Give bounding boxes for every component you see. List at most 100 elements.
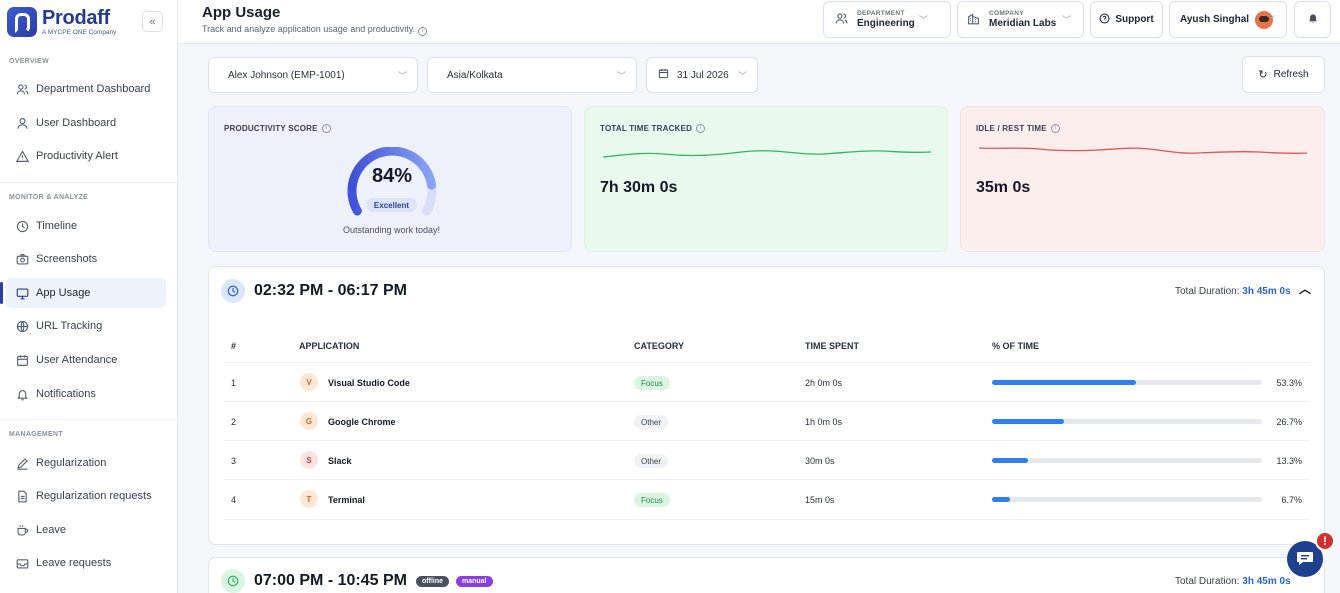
clock-icon — [15, 219, 29, 233]
app-avatar: S — [300, 451, 318, 469]
department-label: DEPARTMENT — [857, 10, 905, 17]
percent-bar-fill — [992, 497, 1011, 502]
employee-select[interactable]: Alex Johnson (EMP-1001) ﹀ — [208, 57, 418, 93]
info-icon[interactable]: i — [418, 27, 428, 36]
users-icon — [835, 12, 848, 28]
user-name: Ayush Singhal — [1180, 14, 1250, 25]
divider — [224, 519, 1310, 520]
notifications-button[interactable] — [1294, 1, 1331, 38]
page-subtitle: Track and analyze application usage and … — [202, 24, 428, 36]
section-management: MANAGEMENT — [9, 431, 63, 438]
sidebar-item-label: Screenshots — [36, 253, 98, 265]
percent-value: 53.3% — [1276, 378, 1302, 388]
total-time-card: TOTAL TIME TRACKED i 7h 30m 0s — [584, 106, 948, 252]
company-value: Meridian Labs — [989, 18, 1057, 29]
info-icon[interactable]: i — [696, 124, 706, 134]
sidebar-item-department-dashboard[interactable]: Department Dashboard — [6, 74, 166, 104]
sidebar-item-label: URL Tracking — [36, 320, 103, 332]
sidebar-item-productivity-alert[interactable]: Productivity Alert — [6, 141, 166, 171]
timezone-select[interactable]: Asia/Kolkata ﹀ — [427, 57, 637, 93]
sidebar-item-regularization-requests[interactable]: Regularization requests — [6, 481, 166, 511]
camera-icon — [15, 252, 29, 266]
category-badge: Focus — [634, 376, 670, 390]
bell-icon — [1307, 12, 1319, 27]
divider — [0, 419, 178, 420]
calendar-icon — [658, 68, 669, 82]
percent-bar — [992, 380, 1262, 385]
department-value: Engineering — [857, 18, 915, 29]
total-time-value: 7h 30m 0s — [600, 179, 678, 196]
collapse-session-button[interactable]: ︿ — [1299, 280, 1311, 297]
date-value: 31 Jul 2026 — [677, 69, 729, 81]
idle-time-card: IDLE / REST TIME i 35m 0s — [960, 106, 1325, 252]
brand[interactable]: Prodaff A MYCPE ONE Company — [7, 7, 116, 37]
manual-tag: manual — [456, 576, 493, 587]
sidebar-item-label: Regularization — [36, 457, 107, 469]
percent-bar-fill — [992, 419, 1065, 424]
col-header-category: CATEGORY — [634, 341, 685, 351]
support-button[interactable]: Support — [1090, 1, 1163, 38]
alert-icon — [15, 149, 29, 163]
collapse-sidebar-button[interactable]: « — [142, 11, 163, 32]
section-overview: OVERVIEW — [9, 58, 50, 65]
sidebar-item-regularization[interactable]: Regularization — [6, 448, 166, 478]
globe-icon — [15, 319, 29, 333]
percent-value: 6.7% — [1281, 495, 1302, 505]
row-number: 3 — [231, 456, 237, 466]
sidebar-item-leave-requests[interactable]: Leave requests — [6, 548, 166, 578]
sidebar-item-user-attendance[interactable]: User Attendance — [6, 345, 166, 375]
top-header: App Usage Track and analyze application … — [178, 0, 1340, 44]
app-name: Google Chrome — [328, 417, 396, 427]
clock-icon — [221, 279, 245, 303]
sidebar-item-app-usage[interactable]: App Usage — [0, 278, 166, 308]
offline-tag: offline — [416, 576, 449, 587]
sidebar-item-label: Timeline — [36, 220, 78, 232]
chevron-down-icon: ﹀ — [616, 71, 626, 81]
refresh-label: Refresh — [1273, 69, 1309, 80]
refresh-button[interactable]: ↻ Refresh — [1242, 56, 1325, 93]
date-picker[interactable]: 31 Jul 2026 ﹀ — [646, 57, 758, 93]
sidebar-item-user-dashboard[interactable]: User Dashboard — [6, 108, 166, 138]
sidebar-item-label: Productivity Alert — [36, 150, 118, 162]
help-icon — [1099, 13, 1110, 27]
building-icon — [967, 12, 980, 28]
percent-bar-fill — [992, 458, 1028, 463]
row-number: 1 — [231, 378, 237, 388]
sidebar-item-notifications[interactable]: Notifications — [6, 379, 166, 409]
chevron-down-icon: ﹀ — [737, 71, 747, 81]
percent-bar — [992, 419, 1262, 424]
percent-bar-fill — [992, 380, 1136, 385]
app-avatar: T — [300, 490, 318, 508]
info-icon[interactable]: i — [321, 124, 331, 134]
clock-icon — [221, 569, 245, 593]
sidebar-item-leave[interactable]: Leave — [6, 515, 166, 545]
monitor-icon — [15, 286, 29, 300]
card-title: TOTAL TIME TRACKED i — [600, 124, 706, 134]
percent-value: 13.3% — [1276, 456, 1302, 466]
info-icon[interactable]: i — [1050, 124, 1060, 134]
user-menu[interactable]: Ayush Singhal ﹀ — [1169, 1, 1287, 38]
app-avatar: V — [300, 373, 318, 391]
brand-tagline: A MYCPE ONE Company — [42, 29, 117, 36]
productivity-note: Outstanding work today! — [342, 225, 441, 235]
session-time-range: 02:32 PM - 06:17 PM — [254, 282, 407, 299]
category-badge: Other — [634, 454, 669, 468]
session-total-duration: Total Duration: 3h 45m 0s — [1175, 286, 1291, 297]
department-selector[interactable]: DEPARTMENT Engineering ﹀ — [823, 1, 951, 38]
percent-value: 26.7% — [1276, 417, 1302, 427]
sidebar-item-label: Notifications — [36, 388, 96, 400]
col-header-percent: % OF TIME — [992, 341, 1039, 351]
divider — [224, 401, 1310, 402]
app-name: Terminal — [328, 495, 365, 505]
company-selector[interactable]: COMPANY Meridian Labs ﹀ — [957, 1, 1084, 38]
time-spent: 15m 0s — [805, 495, 835, 505]
mail-icon — [15, 556, 29, 570]
users-icon — [15, 82, 29, 96]
divider — [224, 479, 1310, 480]
percent-bar — [992, 497, 1262, 502]
sidebar-item-screenshots[interactable]: Screenshots — [6, 244, 166, 274]
sidebar-item-label: Leave — [36, 524, 66, 536]
sidebar-item-timeline[interactable]: Timeline — [6, 211, 166, 241]
productivity-value: 84% — [371, 165, 413, 187]
sidebar-item-url-tracking[interactable]: URL Tracking — [6, 311, 166, 341]
